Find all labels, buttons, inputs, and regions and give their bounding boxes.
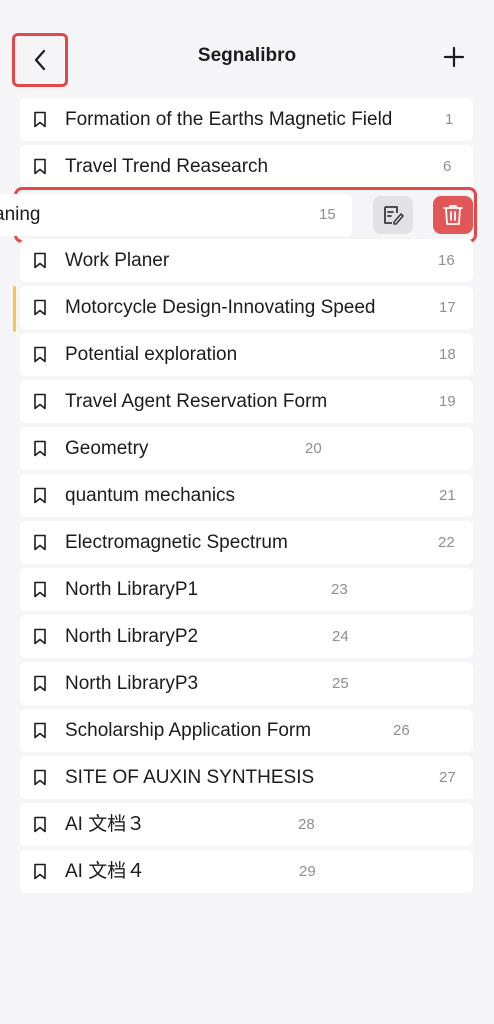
bookmark-icon — [34, 158, 46, 175]
edit-note-icon — [384, 206, 404, 225]
bookmark-icon — [34, 722, 46, 739]
edit-bookmark-button[interactable] — [373, 196, 413, 234]
bookmark-row[interactable]: North LibraryP3 25 — [20, 662, 473, 705]
bookmark-page: 6 — [443, 158, 452, 175]
bookmark-label: AI 文档３ — [65, 814, 146, 835]
bookmark-page: 17 — [439, 299, 456, 316]
bookmark-label: aning — [0, 204, 41, 225]
bookmark-icon — [34, 863, 46, 880]
bookmark-label: quantum mechanics — [65, 485, 236, 506]
bookmark-list: Formation of the Earths Magnetic Field 1… — [0, 0, 494, 1024]
bookmark-row[interactable]: Formation of the Earths Magnetic Field 1 — [20, 98, 473, 141]
bookmark-label: Travel Agent Reservation Form — [65, 391, 328, 412]
bookmark-row-swiped[interactable]: aning 15 — [0, 194, 352, 236]
bookmark-page: 1 — [445, 111, 454, 128]
bookmark-row[interactable]: Work Planer 16 — [20, 239, 473, 282]
bookmark-label: Motorcycle Design-Innovating Speed — [65, 297, 376, 318]
bookmark-row[interactable]: SITE OF AUXIN SYNTHESIS 27 — [20, 756, 473, 799]
bookmark-page: 28 — [298, 816, 315, 833]
current-bookmark-marker — [13, 286, 16, 332]
bookmark-row[interactable]: Potential exploration 18 — [20, 333, 473, 376]
bookmark-page: 25 — [332, 675, 349, 692]
bookmark-row[interactable]: Travel Trend Reasearch 6 — [20, 145, 473, 188]
bookmark-page: 18 — [439, 346, 456, 363]
bookmark-icon — [34, 346, 46, 363]
bookmark-row[interactable]: North LibraryP2 24 — [20, 615, 473, 658]
bookmark-page: 20 — [305, 440, 322, 457]
bookmark-label: Potential exploration — [65, 344, 238, 365]
bookmark-icon — [34, 769, 46, 786]
bookmark-label: Work Planer — [65, 250, 170, 271]
bookmark-label: SITE OF AUXIN SYNTHESIS — [65, 767, 315, 788]
bookmark-label: Scholarship Application Form — [65, 720, 312, 741]
bookmark-label: Geometry — [65, 438, 149, 459]
bookmark-page: 29 — [299, 863, 316, 880]
bookmark-label: North LibraryP1 — [65, 579, 199, 600]
bookmark-page: 23 — [331, 581, 348, 598]
bookmark-icon — [34, 440, 46, 457]
bookmark-icon — [34, 393, 46, 410]
bookmark-row[interactable]: Electromagnetic Spectrum 22 — [20, 521, 473, 564]
bookmark-row[interactable]: Geometry 20 — [20, 427, 473, 470]
bookmark-page: 27 — [439, 769, 456, 786]
bookmark-page: 21 — [439, 487, 456, 504]
bookmark-row[interactable]: AI 文档３ 28 — [20, 803, 473, 846]
bookmark-page: 19 — [439, 393, 456, 410]
bookmark-icon — [34, 299, 46, 316]
bookmark-row[interactable]: AI 文档４ 29 — [20, 850, 473, 893]
bookmark-page: 26 — [393, 722, 410, 739]
bookmark-label: Electromagnetic Spectrum — [65, 532, 288, 553]
bookmark-label: AI 文档４ — [65, 861, 146, 882]
bookmark-icon — [34, 816, 46, 833]
bookmark-icon — [34, 675, 46, 692]
bookmark-icon — [34, 628, 46, 645]
bookmark-page: 24 — [332, 628, 349, 645]
bookmark-label: Travel Trend Reasearch — [65, 156, 269, 177]
bookmark-page: 15 — [319, 206, 336, 223]
bookmark-icon — [34, 252, 46, 269]
bookmark-icon — [34, 534, 46, 551]
bookmark-row[interactable]: quantum mechanics 21 — [20, 474, 473, 517]
bookmark-label: Formation of the Earths Magnetic Field — [65, 109, 393, 130]
bookmark-icon — [34, 111, 46, 128]
bookmark-row[interactable]: Travel Agent Reservation Form 19 — [20, 380, 473, 423]
bookmark-label: North LibraryP2 — [65, 626, 199, 647]
bookmark-icon — [34, 487, 46, 504]
bookmark-row[interactable]: North LibraryP1 23 — [20, 568, 473, 611]
bookmark-page: 22 — [438, 534, 455, 551]
trash-icon — [443, 205, 463, 225]
bookmark-icon — [34, 581, 46, 598]
bookmark-label: North LibraryP3 — [65, 673, 199, 694]
bookmark-row[interactable]: Motorcycle Design-Innovating Speed 17 — [20, 286, 473, 329]
bookmark-page: 16 — [438, 252, 455, 269]
bookmark-row[interactable]: Scholarship Application Form 26 — [20, 709, 473, 752]
delete-bookmark-button[interactable] — [433, 196, 473, 234]
